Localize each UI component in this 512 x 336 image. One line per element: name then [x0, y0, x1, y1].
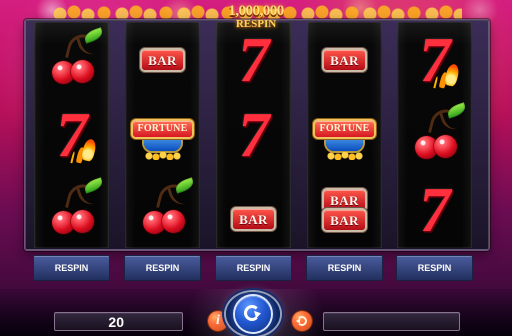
fortune-symbol: FORTUNE	[133, 121, 192, 160]
cherry-berry	[71, 60, 94, 83]
reel-1-cell-3	[34, 172, 109, 247]
bar-symbol: BAR	[233, 209, 274, 229]
cherry-berry	[162, 210, 185, 233]
cherry-symbol	[34, 22, 109, 97]
seven-glyph: 7	[413, 173, 456, 245]
balance-display	[323, 312, 460, 331]
reel-5-cell-3: 7	[397, 172, 472, 247]
jackpot-label: RESPIN	[235, 18, 277, 30]
reel-1-cell-1	[34, 22, 109, 97]
info-button[interactable]: i	[208, 311, 228, 331]
seven-glyph: 7	[413, 23, 456, 95]
cherry-symbol	[125, 172, 200, 247]
spin-button[interactable]	[235, 296, 271, 332]
reel-3: 7 7 BAR	[216, 22, 291, 248]
reel-4-cell-1: BAR	[307, 22, 382, 97]
reel-3-cell-3: BAR	[216, 172, 291, 247]
reel-4-cell-3: BAR BAR	[307, 172, 382, 247]
bar-label: BAR	[239, 211, 268, 227]
fortune-label: FORTUNE	[137, 123, 188, 134]
cherry-leaf	[82, 27, 105, 44]
info-icon: i	[216, 313, 220, 328]
reel-4-cell-2: FORTUNE	[307, 97, 382, 172]
respin-button-reel-2[interactable]: RESPIN	[125, 256, 200, 280]
bet-display: 20	[54, 312, 183, 331]
respin-button-reel-3[interactable]: RESPIN	[216, 256, 291, 280]
fortune-symbol: FORTUNE	[315, 121, 374, 160]
bar-label: BAR	[330, 52, 359, 68]
reel-2-cell-1: BAR	[125, 22, 200, 97]
double-bar-top: BAR	[324, 190, 365, 210]
fortune-band: FORTUNE	[133, 121, 192, 137]
cherry-leaf	[82, 177, 105, 194]
flaming-seven-symbol: 7	[34, 97, 109, 172]
respin-button-reel-4[interactable]: RESPIN	[307, 256, 382, 280]
autoplay-icon	[296, 316, 307, 326]
bar-label: BAR	[148, 52, 177, 68]
reel-3-cell-2: 7	[216, 97, 291, 172]
bar-symbol: BAR	[324, 50, 365, 70]
bar-symbol: BAR	[142, 50, 183, 70]
seven-glyph: 7	[232, 23, 275, 95]
reel-4: BAR FORTUNE BAR BAR	[307, 22, 382, 248]
fortune-band: FORTUNE	[315, 121, 374, 137]
bar-label: BAR	[330, 212, 359, 228]
reel-5-cell-1: 7	[397, 22, 472, 97]
reel-2: BAR FORTUNE	[125, 22, 200, 248]
jackpot-logo: 1,000,000 RESPIN	[222, 4, 290, 36]
respin-button-reel-1[interactable]: RESPIN	[34, 256, 109, 280]
reel-1-cell-2: 7	[34, 97, 109, 172]
reel-2-cell-3	[125, 172, 200, 247]
respin-button-reel-5[interactable]: RESPIN	[397, 256, 472, 280]
seven-symbol: 7	[216, 97, 291, 172]
cherry-leaf	[445, 102, 468, 119]
cherry-berry	[71, 210, 94, 233]
slot-game-screen: 1,000,000 RESPIN 7 BAR FORTUNE 7 7 BAR B…	[0, 0, 512, 336]
reel-2-cell-2: FORTUNE	[125, 97, 200, 172]
cherry-symbol	[34, 172, 109, 247]
bet-value: 20	[108, 314, 124, 330]
spin-icon	[244, 305, 260, 321]
cherry-berry	[434, 135, 457, 158]
reel-1: 7	[34, 22, 109, 248]
double-bar-bottom: BAR	[324, 210, 365, 230]
seven-glyph: 7	[50, 98, 93, 170]
cherry-leaf	[173, 177, 196, 194]
reel-5-cell-2	[397, 97, 472, 172]
flaming-seven-symbol: 7	[397, 22, 472, 97]
cherry-symbol	[397, 97, 472, 172]
reel-5: 7 7	[397, 22, 472, 248]
bar-label: BAR	[330, 192, 359, 208]
jackpot-amount: 1,000,000	[228, 3, 284, 19]
autoplay-button[interactable]	[292, 311, 312, 331]
fortune-label: FORTUNE	[319, 123, 370, 134]
seven-glyph: 7	[232, 98, 275, 170]
seven-symbol: 7	[397, 172, 472, 247]
